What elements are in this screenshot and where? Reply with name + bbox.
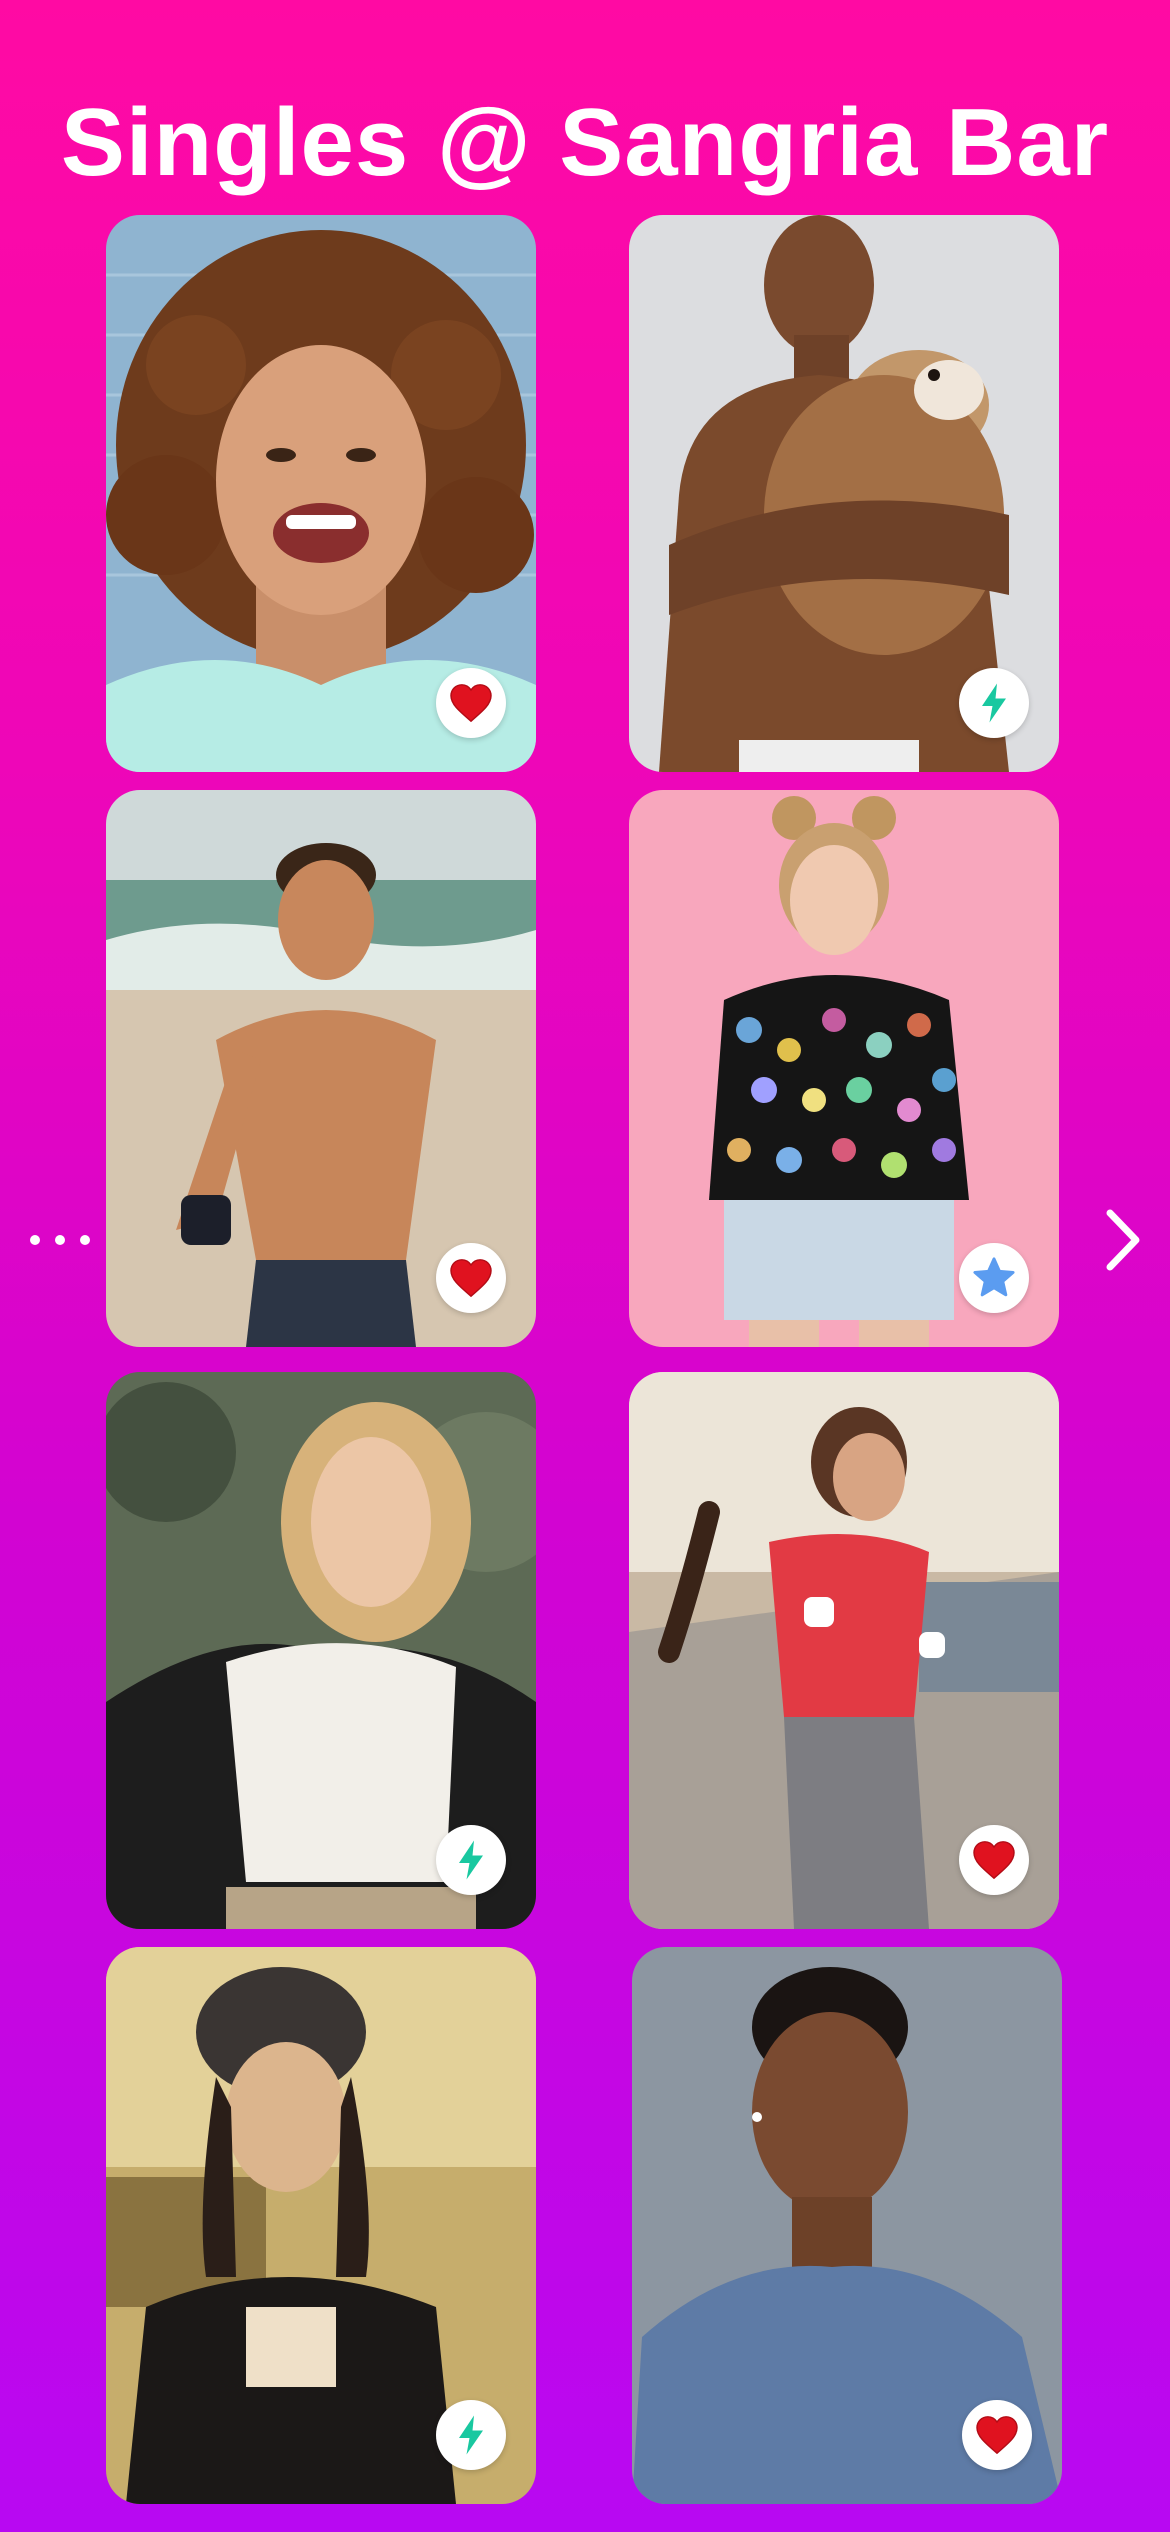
profile-card-7[interactable] (106, 1947, 536, 2504)
ellipsis-dot (30, 1235, 40, 1245)
badge-8[interactable] (962, 2400, 1032, 2470)
bolt-icon (459, 1840, 483, 1880)
bolt-icon (982, 683, 1006, 723)
profile-card-8[interactable] (632, 1947, 1062, 2504)
badge-4[interactable] (959, 1243, 1029, 1313)
ellipsis-icon[interactable] (30, 1218, 90, 1262)
chevron-right-icon[interactable] (1098, 1205, 1148, 1275)
profile-card-3[interactable] (106, 790, 536, 1347)
heart-icon (976, 2416, 1018, 2455)
badge-6[interactable] (959, 1825, 1029, 1895)
ellipsis-dot (80, 1235, 90, 1245)
heart-icon (973, 1841, 1015, 1880)
profile-card-2[interactable] (629, 215, 1059, 772)
badge-3[interactable] (436, 1243, 506, 1313)
badge-5[interactable] (436, 1825, 506, 1895)
heart-icon (450, 684, 492, 723)
badge-1[interactable] (436, 668, 506, 738)
ellipsis-dot (55, 1235, 65, 1245)
badge-7[interactable] (436, 2400, 506, 2470)
page-title: Singles @ Sangria Bar (60, 89, 1110, 196)
bolt-icon (459, 2415, 483, 2455)
badge-2[interactable] (959, 668, 1029, 738)
profile-card-6[interactable] (629, 1372, 1059, 1929)
profile-card-1[interactable] (106, 215, 536, 772)
profile-card-4[interactable] (629, 790, 1059, 1347)
profile-card-5[interactable] (106, 1372, 536, 1929)
heart-icon (450, 1259, 492, 1298)
star-icon (973, 1257, 1015, 1297)
